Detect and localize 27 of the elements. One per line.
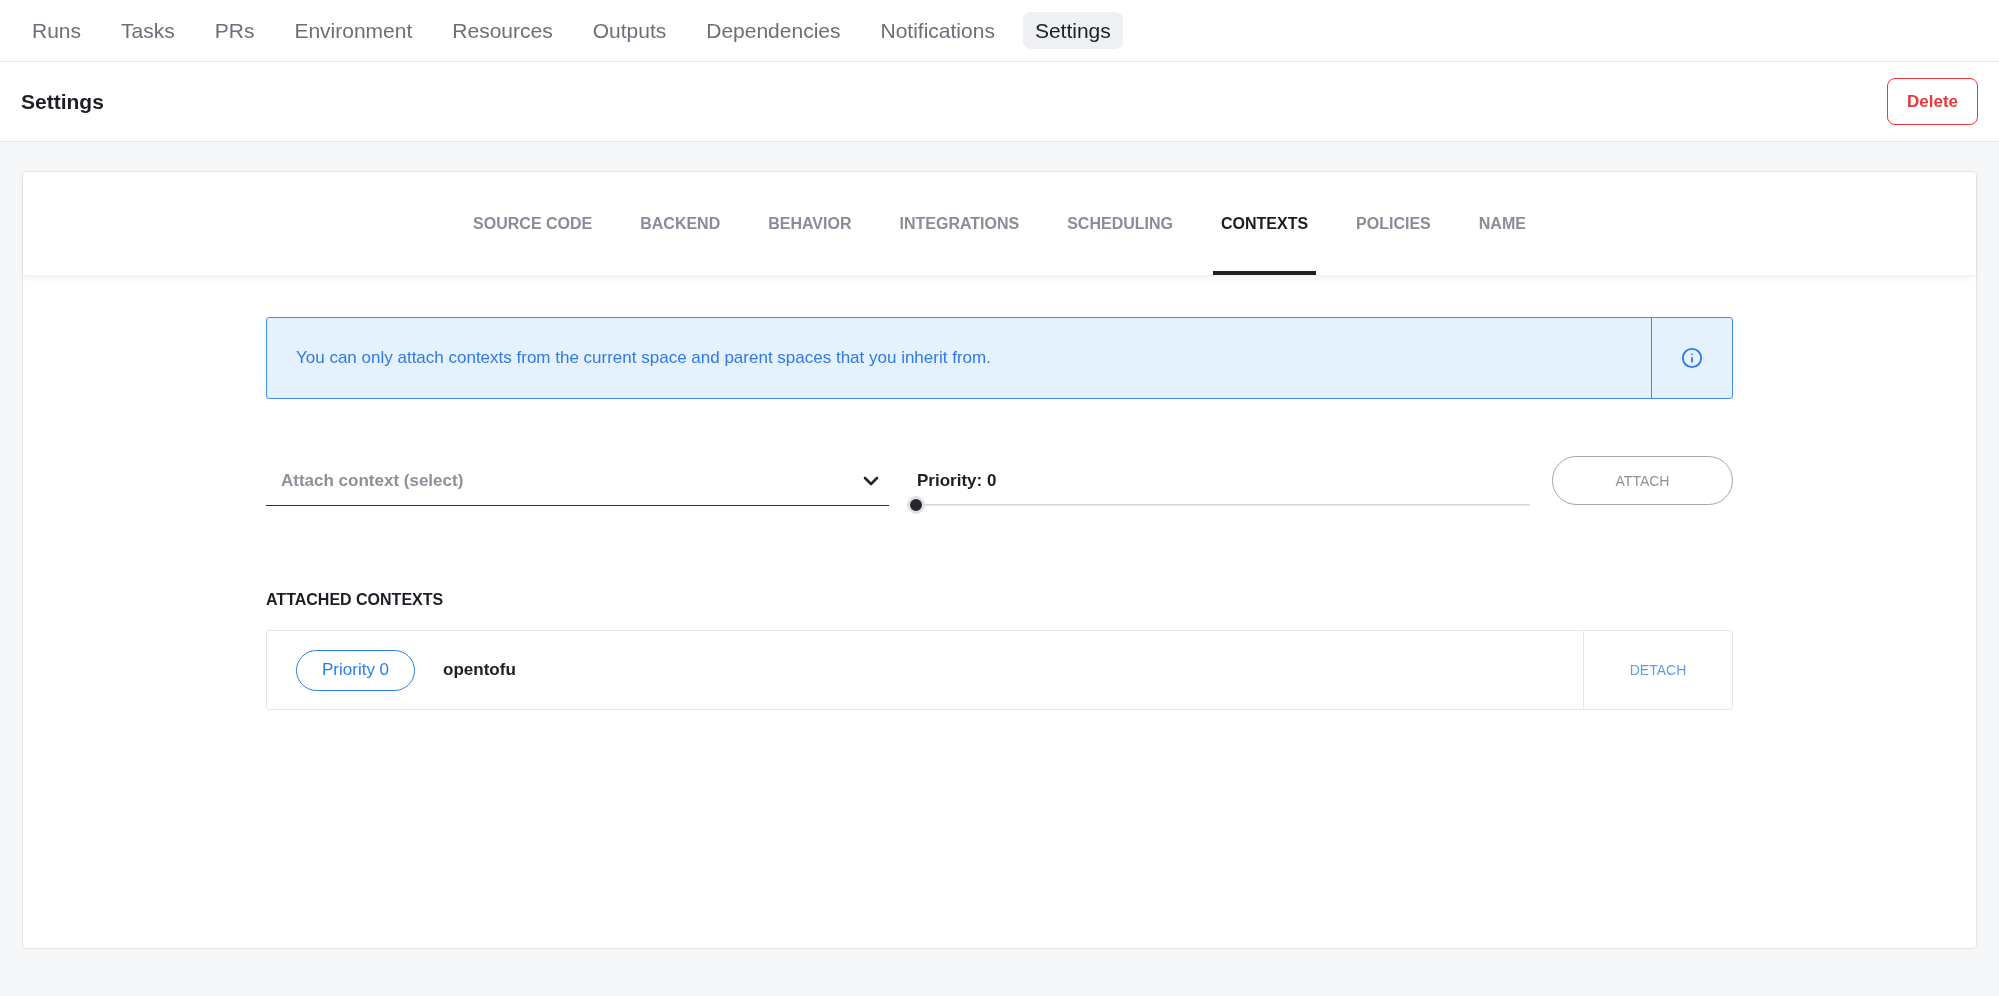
- nav-tab[interactable]: PRs: [202, 12, 267, 49]
- section-tab[interactable]: POLICIES: [1348, 172, 1439, 275]
- nav-tab[interactable]: Resources: [440, 12, 565, 49]
- nav-tab[interactable]: Outputs: [580, 12, 679, 49]
- info-message: You can only attach contexts from the current space and parent spaces that you inherit from.: [295, 347, 992, 369]
- section-tab[interactable]: CONTEXTS: [1212, 172, 1317, 275]
- context-select[interactable]: Attach context (select): [266, 456, 889, 506]
- section-tab[interactable]: BACKEND: [632, 172, 729, 275]
- delete-button[interactable]: Delete: [1887, 78, 1978, 125]
- section-tab[interactable]: NAME: [1470, 172, 1534, 275]
- nav-tab[interactable]: Settings: [1022, 12, 1123, 49]
- nav-tab[interactable]: Tasks: [109, 12, 187, 49]
- section-tab[interactable]: SCHEDULING: [1059, 172, 1181, 275]
- nav-tab[interactable]: Environment: [282, 12, 425, 49]
- slider-thumb[interactable]: [907, 496, 925, 514]
- nav-tab[interactable]: Runs: [20, 12, 94, 49]
- section-tab[interactable]: SOURCE CODE: [465, 172, 601, 275]
- detach-button[interactable]: DETACH: [1583, 631, 1732, 709]
- nav-tab[interactable]: Notifications: [868, 12, 1007, 49]
- section-tab[interactable]: BEHAVIOR: [760, 172, 860, 275]
- section-tab[interactable]: INTEGRATIONS: [891, 172, 1028, 275]
- info-icon: [1681, 347, 1703, 369]
- nav-tab[interactable]: Dependencies: [694, 12, 853, 49]
- page-title: Settings: [21, 89, 104, 114]
- priority-label: Priority: 0: [917, 470, 998, 492]
- context-name: opentofu: [443, 660, 516, 680]
- section-heading: ATTACHED CONTEXTS: [266, 590, 445, 610]
